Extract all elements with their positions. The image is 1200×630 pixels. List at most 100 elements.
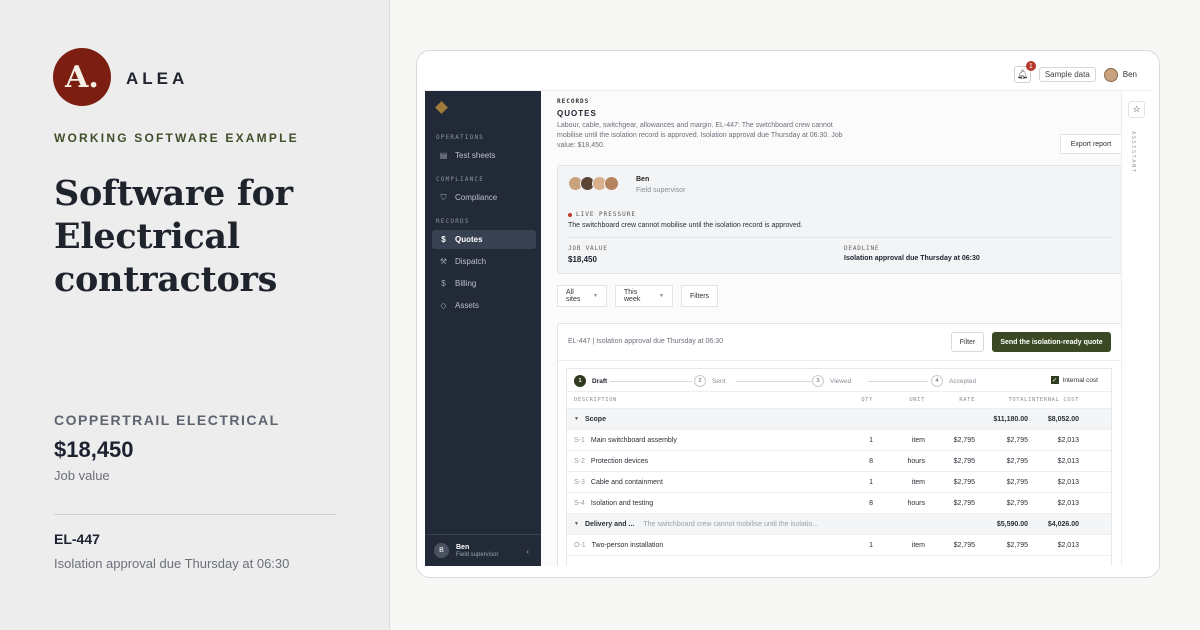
owner-role: Field supervisor	[636, 187, 686, 194]
hero-job-id: EL-447	[54, 531, 100, 547]
deadline-value: Isolation approval due Thursday at 06:30	[844, 255, 980, 262]
clipboard-icon: ▤	[439, 151, 448, 160]
sidebar-user-role: Field supervisor	[456, 552, 499, 558]
divider	[568, 237, 1113, 238]
caret-down-icon: ▼	[574, 521, 579, 527]
chevron-down-icon: ▼	[593, 293, 598, 299]
col-description: DESCRIPTION	[574, 397, 618, 403]
table-header: DESCRIPTION QTY UNIT RATE TOTAL INTERNAL…	[567, 391, 1111, 409]
job-value-label: JOB VALUE	[568, 245, 608, 252]
sidebar-item-compliance[interactable]: ⛉ Compliance	[432, 188, 536, 207]
summary-card: Ben Field supervisor LIVE PRESSURE The s…	[557, 165, 1121, 274]
sidebar-item-label: Compliance	[455, 193, 498, 202]
notification-count: 1	[1025, 61, 1036, 71]
sidebar-section-compliance: COMPLIANCE	[436, 176, 485, 183]
bell-icon: 🔔︎	[1016, 69, 1029, 79]
page-kicker: RECORDS	[557, 98, 590, 105]
star-icon[interactable]: ☆	[1128, 101, 1145, 118]
internal-cost-toggle[interactable]: ✓ Internal cost	[1050, 376, 1098, 384]
sidebar-item-test-sheets[interactable]: ▤ Test sheets	[432, 146, 536, 165]
sidebar-item-label: Billing	[455, 279, 477, 288]
live-pressure-text: The switchboard crew cannot mobilise unt…	[568, 222, 803, 229]
col-total: TOTAL	[1008, 397, 1028, 403]
table-row[interactable]: O-1 Two-person installation 1 item $2,795…	[567, 535, 1111, 556]
app-window: 🔔︎ 1 Sample data Ben OPERATIONS ▤ Test s…	[416, 50, 1160, 578]
user-menu[interactable]: Ben	[1103, 67, 1137, 82]
sidebar-item-quotes[interactable]: $ Quotes	[432, 230, 536, 249]
app-logo-icon	[435, 101, 448, 114]
group-row-delivery[interactable]: ▼ Delivery and ... The switchboard crew ca…	[567, 514, 1111, 535]
send-quote-button[interactable]: Send the isolation-ready quote	[992, 332, 1111, 352]
period-filter-select[interactable]: This week ▼	[615, 285, 673, 307]
checkbox-checked-icon: ✓	[1050, 376, 1059, 384]
brand-name: ALEA	[126, 69, 189, 88]
shield-icon: ⛉	[440, 192, 447, 202]
step-viewed[interactable]: 3 Viewed	[812, 375, 851, 387]
sidebar-item-label: Test sheets	[455, 151, 496, 160]
avatar	[1103, 67, 1118, 82]
caret-down-icon: ▼	[574, 416, 579, 422]
site-filter-select[interactable]: All sites ▼	[557, 285, 607, 307]
hero-kicker: WORKING SOFTWARE EXAMPLE	[54, 131, 299, 145]
col-internal-cost: INTERNAL COST	[1028, 397, 1079, 403]
user-name: Ben	[1122, 70, 1137, 79]
collapse-chevron-icon[interactable]: ‹	[526, 547, 529, 556]
brand-logo: A.	[53, 48, 111, 106]
notifications-button[interactable]: 🔔︎ 1	[1013, 61, 1036, 83]
job-value: $18,450	[568, 255, 597, 264]
filter-button[interactable]: Filter	[951, 332, 984, 352]
top-bar: 🔔︎ 1 Sample data Ben	[425, 59, 1151, 91]
page-description: Labour, cable, switchgear, allowances an…	[557, 122, 843, 149]
divider	[54, 514, 336, 515]
sidebar-item-label: Quotes	[455, 235, 483, 244]
wrench-icon: ⚒	[439, 257, 448, 266]
divider	[558, 360, 1121, 361]
live-pressure-label: LIVE PRESSURE	[568, 211, 636, 218]
table-row[interactable]: S-2 Protection devices 8 hours $2,795 $2,…	[567, 451, 1111, 472]
chevron-down-icon: ▼	[659, 293, 664, 299]
quote-title: EL-447 | Isolation approval due Thursday…	[568, 338, 724, 345]
avatar	[604, 176, 619, 191]
main-content: RECORDS QUOTES Labour, cable, switchgear…	[541, 91, 1121, 566]
quote-progress-stepper: 1 Draft 2 Sent 3 Viewed 4 Accepted ✓ Interna…	[574, 375, 1104, 389]
dollar-icon: $	[441, 279, 446, 288]
hero-headline: Software for Electrical contractors	[54, 173, 293, 300]
sidebar: OPERATIONS ▤ Test sheets COMPLIANCE ⛉ Co…	[425, 91, 541, 566]
assistant-label[interactable]: ASSISTANT	[1130, 131, 1136, 173]
col-qty: QTY	[861, 397, 873, 403]
sidebar-user[interactable]: B Ben Field supervisor ‹	[425, 534, 541, 566]
sidebar-item-assets[interactable]: ◇ Assets	[432, 296, 536, 315]
step-draft[interactable]: 1 Draft	[574, 375, 607, 387]
deadline-label: DEADLINE	[844, 245, 880, 252]
company-name: COPPERTRAIL ELECTRICAL	[54, 412, 280, 428]
hero-job-note: Isolation approval due Thursday at 06:30	[54, 556, 290, 571]
step-accepted[interactable]: 4 Accepted	[931, 375, 976, 387]
col-unit: UNIT	[909, 397, 925, 403]
hero-job-value-label: Job value	[54, 468, 110, 483]
box-icon: ◇	[440, 301, 447, 310]
status-dot-icon	[568, 212, 572, 217]
col-rate: RATE	[959, 397, 975, 403]
sidebar-item-label: Assets	[455, 301, 480, 310]
table-row[interactable]: S-3 Cable and containment 1 item $2,795 $…	[567, 472, 1111, 493]
avatar: B	[434, 543, 449, 558]
sidebar-item-dispatch[interactable]: ⚒ Dispatch	[432, 252, 536, 271]
filters-button[interactable]: Filters	[681, 285, 718, 307]
table-row[interactable]: S-4 Isolation and testing 8 hours $2,795 …	[567, 493, 1111, 514]
hero-job-value: $18,450	[54, 437, 134, 462]
sidebar-user-name: Ben	[456, 544, 470, 551]
group-row-scope[interactable]: ▼ Scope $11,180.00 $8,052.00	[567, 409, 1111, 430]
table-row[interactable]: S-1 Main switchboard assembly 1 item $2,7…	[567, 430, 1111, 451]
sidebar-section-records: RECORDS	[436, 218, 470, 225]
dollar-icon: $	[441, 235, 446, 244]
assistant-panel: ☆ ASSISTANT	[1121, 91, 1151, 566]
step-sent[interactable]: 2 Sent	[694, 375, 725, 387]
sidebar-item-label: Dispatch	[455, 257, 487, 266]
quote-card: EL-447 | Isolation approval due Thursday…	[557, 323, 1121, 566]
team-avatars	[568, 176, 619, 191]
owner-name: Ben	[636, 176, 650, 183]
export-report-button[interactable]: Export report	[1060, 134, 1121, 154]
sample-data-badge[interactable]: Sample data	[1038, 67, 1096, 82]
sidebar-item-billing[interactable]: $ Billing	[432, 274, 536, 293]
marketing-panel: A. ALEA WORKING SOFTWARE EXAMPLE Softwar…	[0, 0, 390, 630]
